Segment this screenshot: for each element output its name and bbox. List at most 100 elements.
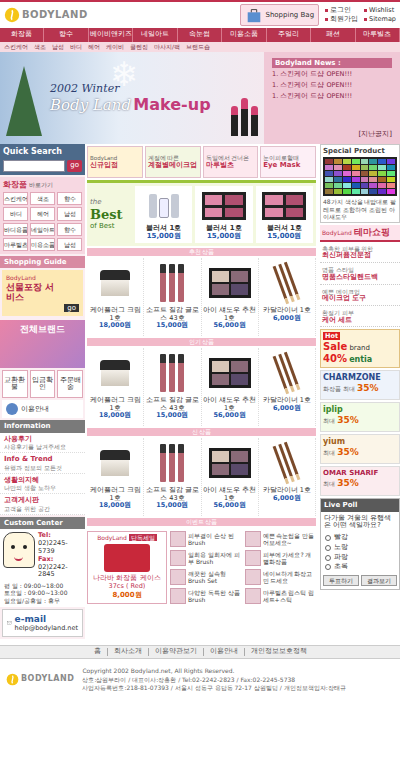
subnav-item[interactable]: 마사지/팩 bbox=[154, 43, 180, 50]
news-item[interactable]: 1. 스킨케어 드샵 OPEN!!! bbox=[272, 93, 392, 101]
nav-item[interactable]: 화장품 bbox=[0, 28, 44, 42]
promo-banner[interactable]: 독일에서 건너온 마루빌츠 bbox=[203, 146, 259, 178]
event-item[interactable]: 피부결이 손상 된 Brush bbox=[170, 531, 242, 547]
nav-item[interactable]: 베이비앤키즈 bbox=[89, 28, 133, 42]
poll-option[interactable]: 초록 bbox=[321, 562, 399, 572]
theme-item[interactable]: 예쁜 메이크업 메이크업 도구 bbox=[320, 287, 400, 306]
product-card[interactable]: 아이 섀도우 추천 1호 56,000원 bbox=[202, 258, 259, 336]
category-button[interactable]: 남성 bbox=[57, 238, 82, 251]
service-button[interactable]: 입금확인 bbox=[30, 370, 56, 398]
subnav-item[interactable]: 클렌징 bbox=[130, 43, 148, 50]
best-product[interactable]: 블러셔 1호 15,000원 bbox=[135, 186, 192, 243]
brand-sale[interactable]: OMAR SHARIF 최대 35% bbox=[320, 466, 400, 496]
search-button[interactable]: go bbox=[67, 160, 82, 172]
news-item[interactable]: 1. 스킨케어 드샵 OPEN!!! bbox=[272, 82, 392, 90]
logo[interactable]: BODYLAND bbox=[4, 7, 88, 23]
top-link[interactable]: 로그인 bbox=[325, 7, 358, 15]
promo-banner[interactable]: 계절에 따른 계절별메이크업 bbox=[145, 146, 201, 178]
subnav-item[interactable]: 스킨케어 bbox=[4, 43, 28, 50]
footer-link[interactable]: 홈 bbox=[88, 648, 107, 656]
category-button[interactable]: 헤어 bbox=[30, 207, 55, 220]
footer-link[interactable]: 이용안내 bbox=[203, 648, 244, 656]
product-card[interactable]: 케어플러그 크림 1호 18,000원 bbox=[87, 258, 144, 336]
category-button[interactable]: 스킨케어 bbox=[3, 192, 28, 205]
poll-option[interactable]: 파랑 bbox=[321, 553, 399, 563]
product-card[interactable]: 소프트 질감 글로스 43호 15,000원 bbox=[144, 258, 201, 336]
information-item[interactable]: Info & Trend 유행과 정보의 모든것 bbox=[0, 453, 85, 474]
footer-logo[interactable]: BODYLAND bbox=[6, 673, 74, 686]
product-card[interactable]: 케어플러그 크림 1호 18,000원 bbox=[87, 438, 144, 516]
service-button[interactable]: 교환환불 bbox=[2, 370, 28, 398]
guide-link[interactable]: 이용안내 bbox=[2, 400, 83, 418]
event-item[interactable]: 마루빌츠 립스틱 립세트+스틱 bbox=[245, 588, 317, 604]
nav-item[interactable]: 패션 bbox=[311, 28, 355, 42]
poll-option[interactable]: 빨강 bbox=[321, 533, 399, 543]
event-item[interactable]: 네이브하게 화장고민 드세요 bbox=[245, 569, 317, 585]
theme-item[interactable]: 환절기 피부 케어 세트 bbox=[320, 308, 400, 327]
event-item[interactable]: 다양한 독특한 상품 Brush bbox=[170, 588, 242, 604]
product-card[interactable]: 아이 섀도우 추천 1호 56,000원 bbox=[202, 348, 259, 426]
theme-item[interactable]: 명품 스타일 명품스타일핸드백 bbox=[320, 265, 400, 284]
event-item[interactable]: 예쁜 속눈썹을 만들어보세요~ bbox=[245, 531, 317, 547]
product-card[interactable]: 아이 섀도우 추천 1호 56,000원 bbox=[202, 438, 259, 516]
news-more-link[interactable]: [지난공지] bbox=[272, 130, 392, 138]
best-product[interactable]: 블러셔 1호 15,000원 bbox=[256, 186, 313, 243]
sale-banner[interactable]: Hot Sale brand 40% entia bbox=[320, 329, 400, 368]
top-link[interactable]: Wishlist bbox=[364, 7, 396, 15]
information-item[interactable]: 생활의지혜 나만의 생활 노하우 bbox=[0, 474, 85, 495]
best-product[interactable]: 블러셔 1호 15,000원 bbox=[195, 186, 252, 243]
product-card[interactable]: 소프트 질감 글로스 43호 15,000원 bbox=[144, 348, 201, 426]
category-button[interactable]: 향수 bbox=[57, 192, 82, 205]
footer-link[interactable]: 개인정보보호정책 bbox=[244, 648, 313, 656]
top-link[interactable]: 회원가입 bbox=[325, 16, 358, 24]
product-card[interactable]: 케어플러그 크림 1호 18,000원 bbox=[87, 348, 144, 426]
service-button[interactable]: 주문배송 bbox=[57, 370, 83, 398]
product-card[interactable]: 카달라이너 1호 6,000원 bbox=[259, 258, 316, 336]
featured-product[interactable]: BodyLand 단독세일 나라바 화장품 케이스 37cs ( Red) 8,… bbox=[87, 531, 167, 604]
nav-item[interactable]: 마루빌츠 bbox=[356, 28, 400, 42]
event-item[interactable]: 일회용 일회자에 피부 Brush bbox=[170, 550, 242, 566]
poll-option[interactable]: 노랑 bbox=[321, 543, 399, 553]
shopping-bag-button[interactable]: Shopping Bag bbox=[240, 4, 319, 26]
winter-banner[interactable]: ❄ 2002 Winter Body Land Make-up bbox=[0, 52, 264, 144]
footer-link[interactable]: 이용약관보기 bbox=[148, 648, 203, 656]
subnav-item[interactable]: 브랜드숍 bbox=[186, 43, 210, 50]
news-item[interactable]: 1. 스킨케어 드샵 OPEN!!! bbox=[272, 71, 392, 79]
promo-banner[interactable]: 눈이피로할때 Eye Mask bbox=[260, 146, 316, 178]
top-link[interactable]: Sitemap bbox=[364, 16, 396, 24]
all-brands-banner[interactable]: 전체브랜드 bbox=[0, 320, 85, 368]
subnav-item[interactable]: 남성 bbox=[52, 43, 64, 50]
product-card[interactable]: 소프트 질감 글로스 43호 15,000원 bbox=[144, 438, 201, 516]
category-button[interactable]: 미용소품 bbox=[30, 238, 55, 251]
category-button[interactable]: 바디용품 bbox=[3, 223, 28, 236]
search-input[interactable] bbox=[3, 160, 65, 172]
category-button[interactable]: 향수 bbox=[57, 223, 82, 236]
information-item[interactable]: 고객게시판 고객을 위한 공간 bbox=[0, 494, 85, 515]
brand-sale[interactable]: CHARMZONE 화장품 최대 35% bbox=[320, 370, 400, 400]
category-button[interactable]: 남성 bbox=[57, 207, 82, 220]
subnav-item[interactable]: 헤어 bbox=[88, 43, 100, 50]
special-product[interactable]: Special Product 48가지 색상을 내맘대로 팔레트로 조합하여 … bbox=[320, 144, 400, 223]
category-button[interactable]: 색조 bbox=[30, 192, 55, 205]
product-card[interactable]: 카달라이너 1호 6,000원 bbox=[259, 348, 316, 426]
email-box[interactable]: e-mail help@bodyland.net bbox=[2, 609, 83, 638]
gift-wrap-banner[interactable]: BodyLand 선물포장 서비스 go bbox=[2, 270, 83, 316]
nav-item[interactable]: 향수 bbox=[44, 28, 88, 42]
subnav-item[interactable]: 케이비 bbox=[106, 43, 124, 50]
poll-button[interactable]: 결과보기 bbox=[361, 575, 397, 586]
event-item[interactable]: 깨끗한 실속형 Brush Set bbox=[170, 569, 242, 585]
event-item[interactable]: 피부에 가세요? 개별화장품 bbox=[245, 550, 317, 566]
nav-item[interactable]: 미용소품 bbox=[222, 28, 266, 42]
category-button[interactable]: 네일아트 bbox=[30, 223, 55, 236]
promo-banner[interactable]: BodyLand 신규입점 bbox=[87, 146, 143, 178]
theme-item[interactable]: 촉촉한 피부를 위한 최신퍼퓸전문점 bbox=[320, 244, 400, 263]
footer-link[interactable]: 회사소개 bbox=[107, 648, 148, 656]
category-button[interactable]: 마루빌츠 bbox=[3, 238, 28, 251]
subnav-item[interactable]: 바디 bbox=[70, 43, 82, 50]
category-button[interactable]: 바디 bbox=[3, 207, 28, 220]
brand-sale[interactable]: yium 최대 35% bbox=[320, 434, 400, 464]
product-card[interactable]: 카달라이너 1호 6,000원 bbox=[259, 438, 316, 516]
brand-sale[interactable]: iplip 최대 35% bbox=[320, 402, 400, 432]
nav-item[interactable]: 주얼리 bbox=[267, 28, 311, 42]
poll-button[interactable]: 투표하기 bbox=[323, 575, 359, 586]
